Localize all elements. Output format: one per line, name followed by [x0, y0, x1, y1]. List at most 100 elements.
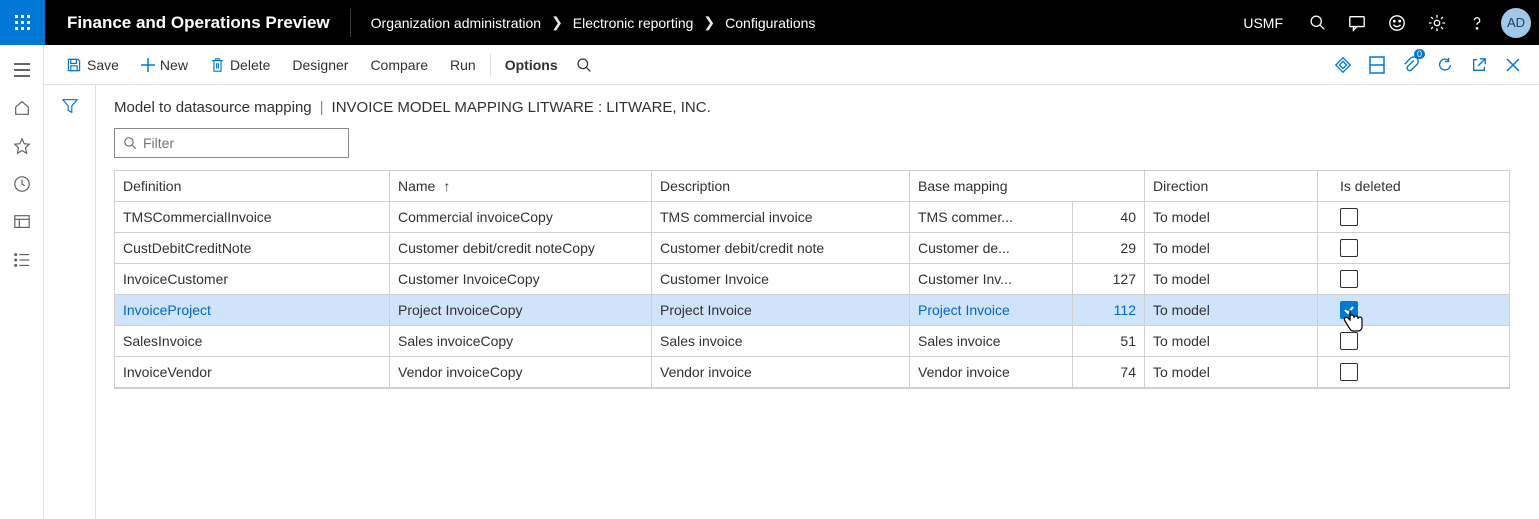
filter-pane-button[interactable]: [61, 97, 79, 519]
cell-definition[interactable]: TMSCommercialInvoice: [115, 202, 390, 232]
col-description[interactable]: Description: [652, 171, 910, 201]
cell-definition[interactable]: InvoiceVendor: [115, 357, 390, 387]
favorites-button[interactable]: [0, 127, 44, 165]
cell-base-mapping-id[interactable]: 29: [1073, 233, 1145, 263]
refresh-button[interactable]: [1429, 45, 1461, 85]
cell-name[interactable]: Commercial invoiceCopy: [390, 202, 652, 232]
checkbox[interactable]: [1340, 363, 1358, 381]
delete-label: Delete: [230, 57, 270, 73]
cell-base-mapping-id[interactable]: 112: [1073, 295, 1145, 325]
star-icon: [13, 137, 31, 155]
cell-description[interactable]: Sales invoice: [652, 326, 910, 356]
cell-definition[interactable]: SalesInvoice: [115, 326, 390, 356]
cell-base-mapping[interactable]: Sales invoice: [910, 326, 1073, 356]
help-button[interactable]: [1457, 0, 1497, 45]
cell-definition[interactable]: InvoiceCustomer: [115, 264, 390, 294]
table-row[interactable]: CustDebitCreditNoteCustomer debit/credit…: [115, 233, 1509, 264]
cell-description[interactable]: TMS commercial invoice: [652, 202, 910, 232]
col-base-mapping[interactable]: Base mapping: [910, 171, 1145, 201]
cell-description[interactable]: Customer debit/credit note: [652, 233, 910, 263]
popout-button[interactable]: [1463, 45, 1495, 85]
breadcrumb-item[interactable]: Electronic reporting: [573, 15, 694, 31]
cell-is-deleted[interactable]: [1318, 264, 1434, 294]
cell-direction[interactable]: To model: [1145, 233, 1318, 263]
cell-is-deleted[interactable]: [1318, 295, 1434, 325]
workspaces-button[interactable]: [0, 203, 44, 241]
cell-base-mapping-id[interactable]: 40: [1073, 202, 1145, 232]
delete-button[interactable]: Delete: [200, 45, 280, 85]
run-button[interactable]: Run: [440, 45, 486, 85]
attachments-button[interactable]: 0: [1395, 45, 1427, 85]
table-row[interactable]: InvoiceProjectProject InvoiceCopyProject…: [115, 295, 1509, 326]
page-title: Model to datasource mapping | INVOICE MO…: [114, 99, 1521, 116]
table-row[interactable]: InvoiceVendorVendor invoiceCopyVendor in…: [115, 357, 1509, 388]
user-avatar[interactable]: AD: [1501, 8, 1531, 38]
table-row[interactable]: SalesInvoiceSales invoiceCopySales invoi…: [115, 326, 1509, 357]
grid-filter[interactable]: [114, 128, 349, 158]
breadcrumb: Organization administration ❯ Electronic…: [351, 0, 836, 45]
col-direction[interactable]: Direction: [1145, 171, 1318, 201]
cell-name[interactable]: Customer InvoiceCopy: [390, 264, 652, 294]
col-definition[interactable]: Definition: [115, 171, 390, 201]
cell-description[interactable]: Vendor invoice: [652, 357, 910, 387]
search-button[interactable]: [1297, 0, 1337, 45]
search-action-button[interactable]: [570, 45, 598, 85]
cell-name[interactable]: Customer debit/credit noteCopy: [390, 233, 652, 263]
designer-button[interactable]: Designer: [282, 45, 358, 85]
home-button[interactable]: [0, 89, 44, 127]
cell-is-deleted[interactable]: [1318, 357, 1434, 387]
cell-base-mapping[interactable]: Customer Inv...: [910, 264, 1073, 294]
cell-description[interactable]: Customer Invoice: [652, 264, 910, 294]
cell-direction[interactable]: To model: [1145, 264, 1318, 294]
checkbox[interactable]: [1340, 208, 1358, 226]
checkbox[interactable]: [1340, 270, 1358, 288]
cell-direction[interactable]: To model: [1145, 295, 1318, 325]
compare-button[interactable]: Compare: [360, 45, 438, 85]
cell-base-mapping-id[interactable]: 74: [1073, 357, 1145, 387]
page-options-button[interactable]: [1361, 45, 1393, 85]
close-button[interactable]: [1497, 45, 1529, 85]
cell-base-mapping-id[interactable]: 51: [1073, 326, 1145, 356]
table-row[interactable]: TMSCommercialInvoiceCommercial invoiceCo…: [115, 202, 1509, 233]
settings-button[interactable]: [1417, 0, 1457, 45]
cell-name[interactable]: Project InvoiceCopy: [390, 295, 652, 325]
search-icon: [1309, 14, 1326, 31]
checkbox[interactable]: [1340, 301, 1358, 319]
save-button[interactable]: Save: [56, 45, 129, 85]
breadcrumb-item[interactable]: Organization administration: [371, 15, 541, 31]
col-name[interactable]: Name ↑: [390, 171, 652, 201]
new-button[interactable]: New: [131, 45, 198, 85]
messages-button[interactable]: [1337, 0, 1377, 45]
feedback-button[interactable]: [1377, 0, 1417, 45]
company-label[interactable]: USMF: [1239, 15, 1297, 31]
checkbox[interactable]: [1340, 332, 1358, 350]
options-button[interactable]: Options: [495, 45, 568, 85]
cell-base-mapping[interactable]: Vendor invoice: [910, 357, 1073, 387]
breadcrumb-item[interactable]: Configurations: [725, 15, 815, 31]
cell-definition[interactable]: InvoiceProject: [115, 295, 390, 325]
cell-is-deleted[interactable]: [1318, 202, 1434, 232]
title-separator: |: [320, 99, 324, 116]
personalize-button[interactable]: [1327, 45, 1359, 85]
cell-definition[interactable]: CustDebitCreditNote: [115, 233, 390, 263]
checkbox[interactable]: [1340, 239, 1358, 257]
cell-name[interactable]: Vendor invoiceCopy: [390, 357, 652, 387]
cell-direction[interactable]: To model: [1145, 357, 1318, 387]
cell-direction[interactable]: To model: [1145, 202, 1318, 232]
app-launcher-button[interactable]: [0, 0, 45, 45]
recent-button[interactable]: [0, 165, 44, 203]
cell-is-deleted[interactable]: [1318, 326, 1434, 356]
cell-is-deleted[interactable]: [1318, 233, 1434, 263]
hamburger-button[interactable]: [0, 51, 44, 89]
cell-base-mapping-id[interactable]: 127: [1073, 264, 1145, 294]
cell-base-mapping[interactable]: TMS commer...: [910, 202, 1073, 232]
cell-direction[interactable]: To model: [1145, 326, 1318, 356]
cell-base-mapping[interactable]: Project Invoice: [910, 295, 1073, 325]
cell-base-mapping[interactable]: Customer de...: [910, 233, 1073, 263]
col-is-deleted[interactable]: Is deleted: [1318, 171, 1434, 201]
grid-filter-input[interactable]: [143, 135, 340, 151]
modules-button[interactable]: [0, 241, 44, 279]
table-row[interactable]: InvoiceCustomerCustomer InvoiceCopyCusto…: [115, 264, 1509, 295]
cell-name[interactable]: Sales invoiceCopy: [390, 326, 652, 356]
cell-description[interactable]: Project Invoice: [652, 295, 910, 325]
